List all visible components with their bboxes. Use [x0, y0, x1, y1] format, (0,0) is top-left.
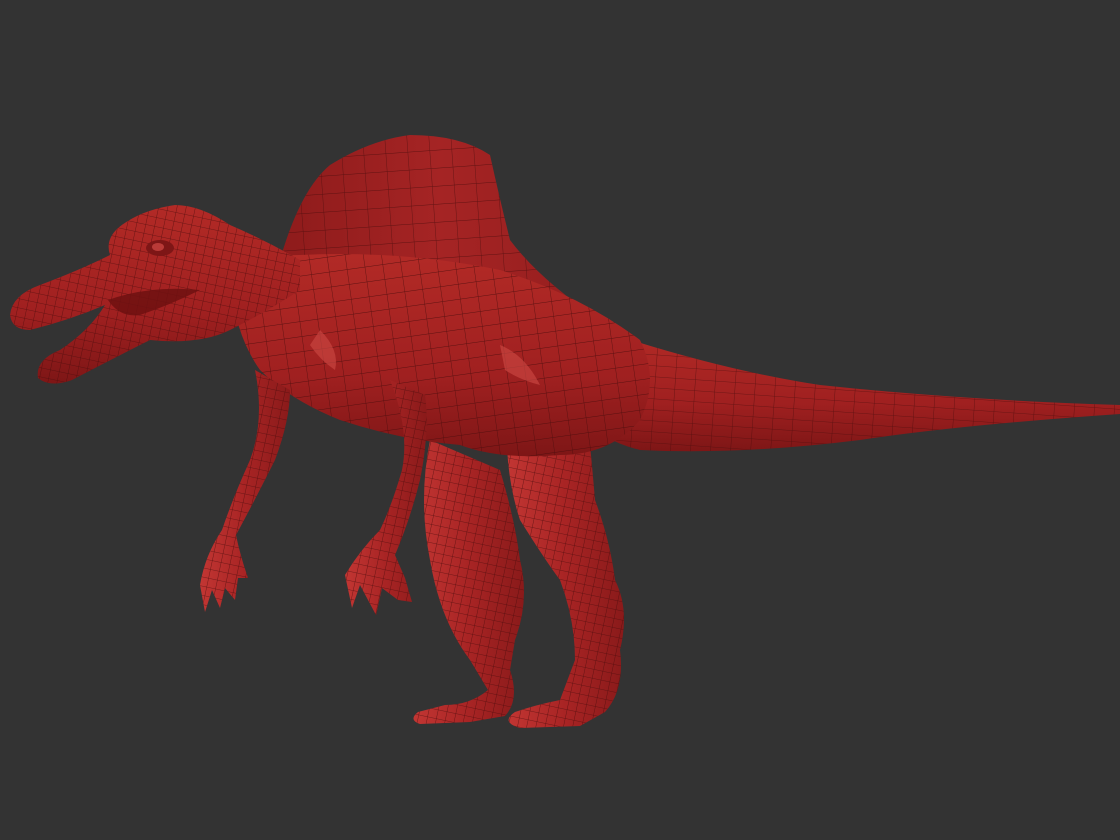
hind-leg-far [413, 440, 524, 724]
spinosaurus-model[interactable] [0, 0, 1120, 840]
3d-viewport[interactable] [0, 0, 1120, 840]
forelimb-far [200, 370, 290, 612]
tail [590, 330, 1120, 452]
